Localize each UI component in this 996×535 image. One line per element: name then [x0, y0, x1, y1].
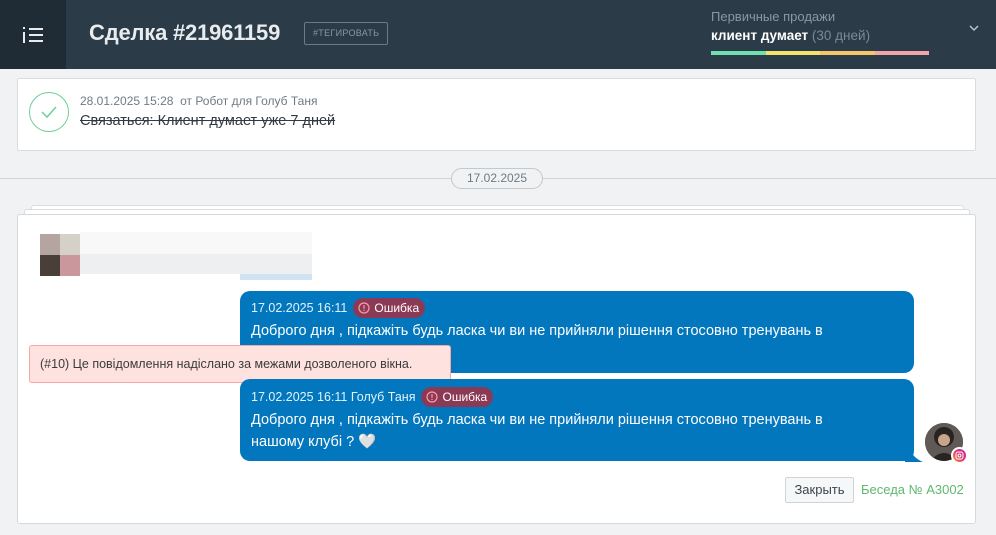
error-badge[interactable]: Ошибка	[421, 387, 494, 407]
top-bar: Сделка #21961159 #ТЕГИРОВАТЬ Первичные п…	[0, 0, 996, 69]
message-text: Доброго дня , підкажіть будь ласка чи ви…	[251, 323, 823, 339]
instagram-icon	[951, 447, 968, 464]
close-conversation-button[interactable]: Закрыть	[785, 477, 854, 503]
message-meta: 17.02.2025 16:11 Ошибка	[251, 298, 426, 318]
task-text: Связаться: Клиент думает уже 7 дней	[80, 113, 336, 129]
error-badge[interactable]: Ошибка	[353, 298, 426, 318]
chevron-down-icon[interactable]	[968, 24, 980, 32]
menu-list-icon	[23, 26, 43, 43]
stage-name: клиент думает	[711, 28, 809, 43]
alert-circle-icon	[358, 302, 370, 314]
date-divider: 17.02.2025	[451, 168, 543, 189]
message-text: Доброго дня , підкажіть будь ласка чи ви…	[251, 409, 823, 453]
error-badge-label: Ошибка	[374, 301, 420, 315]
message-timestamp: 17.02.2025 16:11	[251, 301, 348, 315]
message-text-line: нашому клубі ? 🤍	[251, 434, 377, 450]
stage-line: клиент думает (30 дней)	[711, 28, 870, 43]
menu-button[interactable]	[0, 0, 66, 69]
message-meta: 17.02.2025 16:11 Голуб Таня Ошибка	[251, 387, 494, 407]
progress-segment	[765, 51, 820, 55]
stage-days: (30 дней)	[811, 28, 871, 43]
message-timestamp: 17.02.2025 16:11 Голуб Таня	[251, 390, 416, 404]
alert-circle-icon	[426, 391, 439, 403]
task-complete-button[interactable]	[29, 92, 69, 132]
error-tooltip: (#10) Це повідомлення надіслано за межам…	[29, 345, 451, 383]
deal-title: Сделка #21961159	[89, 20, 281, 45]
task-meta: 28.01.2025 15:28 от Робот для Голуб Таня	[80, 94, 318, 108]
pipeline-status[interactable]: Первичные продажи клиент думает (30 дней…	[711, 9, 870, 43]
progress-segment	[711, 51, 766, 55]
pipeline-name: Первичные продажи	[711, 9, 836, 24]
error-badge-label: Ошибка	[442, 390, 488, 404]
tag-button[interactable]: #ТЕГИРОВАТЬ	[304, 22, 389, 45]
check-icon	[41, 106, 57, 119]
conversation-link[interactable]: Беседа № A3002	[861, 482, 964, 497]
pipeline-progress-bar	[711, 51, 929, 55]
message-text-line: Доброго дня , підкажіть будь ласка чи ви…	[251, 412, 823, 428]
bubble-tail	[905, 448, 923, 462]
progress-segment	[820, 51, 875, 55]
task-card: 28.01.2025 15:28 от Робот для Голуб Таня…	[17, 78, 976, 151]
progress-segment	[874, 51, 929, 55]
